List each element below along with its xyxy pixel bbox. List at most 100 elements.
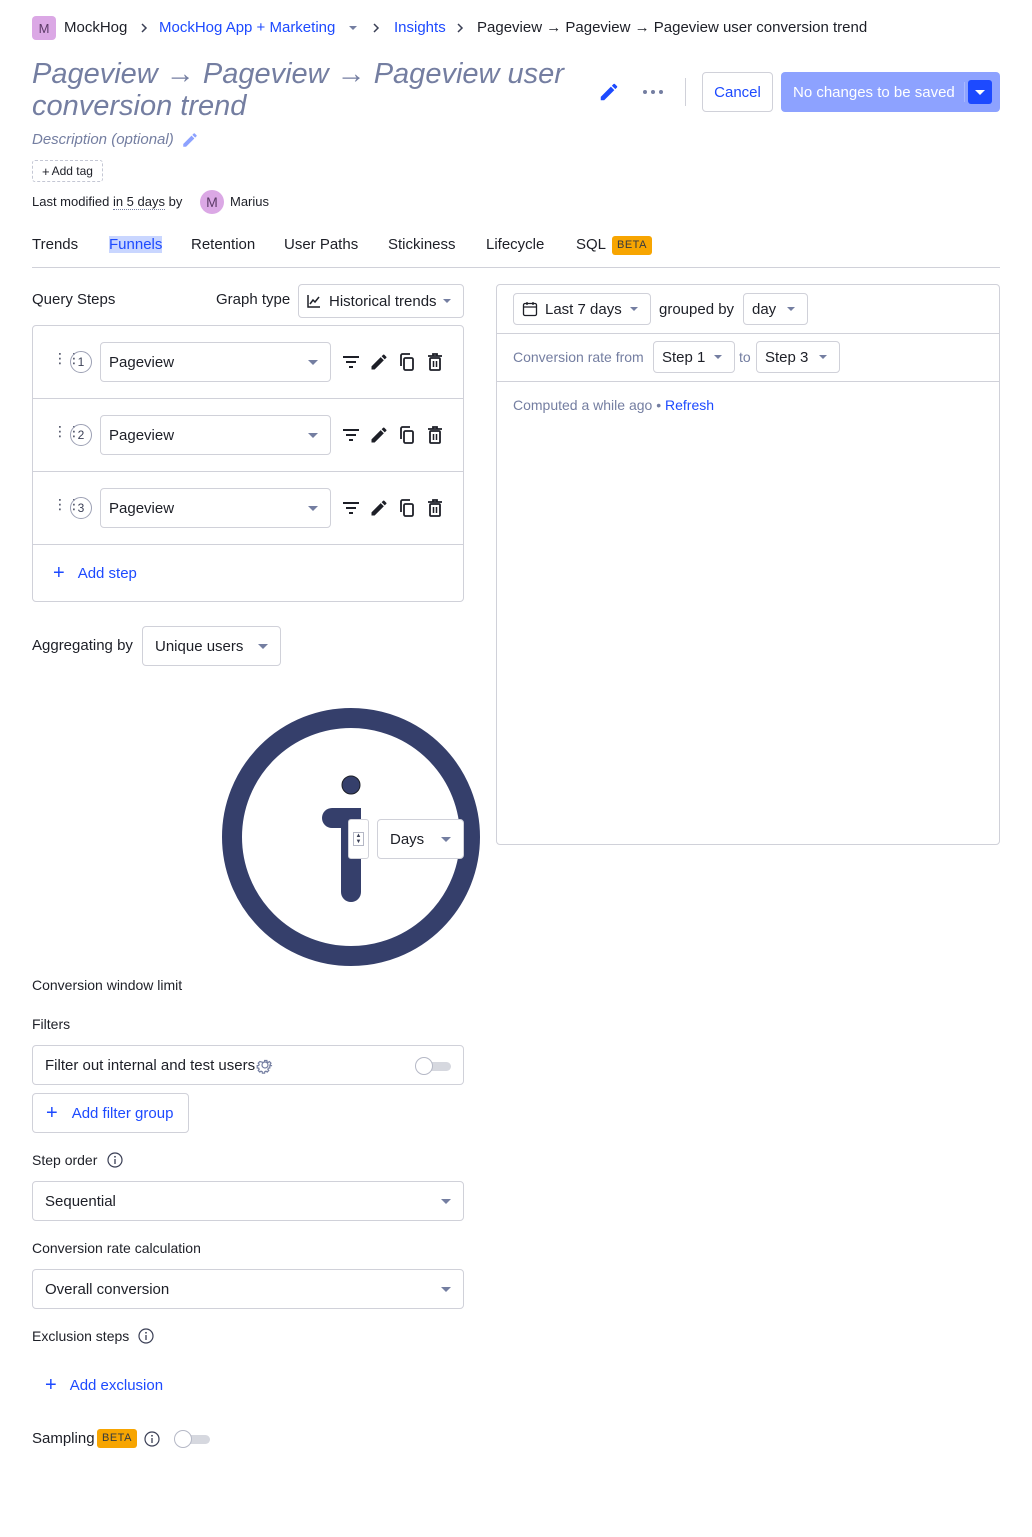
- chevron-right-icon: [373, 23, 380, 33]
- step-event-select[interactable]: Pageview: [100, 488, 331, 528]
- trash-icon[interactable]: [425, 498, 445, 518]
- results-divider: [497, 333, 999, 334]
- from-step-select[interactable]: Step 1: [653, 341, 735, 373]
- save-dropdown-button[interactable]: [968, 80, 992, 104]
- pencil-icon[interactable]: [369, 425, 389, 445]
- step-event-select[interactable]: Pageview: [100, 415, 331, 455]
- aggregating-label: Aggregating by: [32, 637, 133, 654]
- aggregating-value: Unique users: [155, 637, 244, 655]
- info-icon[interactable]: [144, 1431, 160, 1447]
- pencil-icon[interactable]: [369, 352, 389, 372]
- sampling-toggle[interactable]: [174, 1430, 210, 1448]
- tab-stickiness[interactable]: Stickiness: [388, 236, 456, 253]
- window-number-stepper[interactable]: ▲ ▼: [348, 819, 369, 859]
- add-step-button[interactable]: + Add step: [53, 562, 137, 584]
- stepper-arrows-icon: ▲ ▼: [353, 832, 364, 846]
- to-step-select[interactable]: Step 3: [756, 341, 840, 373]
- copy-icon[interactable]: [397, 352, 417, 372]
- chevron-down-icon[interactable]: [349, 26, 357, 30]
- add-exclusion-button[interactable]: + Add exclusion: [45, 1374, 163, 1396]
- filter-internal-toggle[interactable]: [415, 1057, 451, 1075]
- header-divider: [685, 78, 686, 106]
- breadcrumb-org[interactable]: MockHog: [64, 19, 127, 36]
- sql-beta-badge: BETA: [612, 236, 652, 255]
- copy-icon[interactable]: [397, 498, 417, 518]
- last-modified: Last modified in 5 days by: [32, 194, 183, 210]
- save-button[interactable]: No changes to be saved: [781, 72, 1000, 112]
- tab-retention[interactable]: Retention: [191, 236, 255, 253]
- pencil-icon[interactable]: [181, 131, 199, 149]
- tab-user-paths[interactable]: User Paths: [284, 236, 358, 253]
- add-filter-group-button[interactable]: + Add filter group: [32, 1093, 189, 1133]
- window-unit-value: Days: [390, 830, 425, 848]
- last-modified-time: in 5 days: [112, 194, 165, 210]
- info-icon[interactable]: [138, 1328, 154, 1344]
- steps-container: ⋮⋮ 1 Pageview ⋮⋮ 2 Pageview ⋮⋮ 3 Pagevie…: [32, 325, 464, 602]
- chevron-right-icon: [457, 23, 464, 33]
- step-number: 2: [70, 424, 92, 446]
- chevron-down-icon: [441, 836, 451, 842]
- chevron-down-icon: [787, 307, 795, 311]
- author-avatar: M: [200, 190, 224, 214]
- drag-handle-icon[interactable]: ⋮⋮: [53, 351, 81, 370]
- conversion-calc-select[interactable]: Overall conversion: [32, 1269, 464, 1309]
- date-range-value: Last 7 days: [545, 300, 622, 318]
- add-tag-label: Add tag: [51, 164, 93, 178]
- step-event-value: Pageview: [109, 499, 175, 517]
- tab-sql[interactable]: SQL: [576, 236, 606, 253]
- copy-icon[interactable]: [397, 425, 417, 445]
- chevron-down-icon: [308, 432, 318, 438]
- step-order-value: Sequential: [45, 1192, 116, 1210]
- step-event-select[interactable]: Pageview: [100, 342, 331, 382]
- aggregating-select[interactable]: Unique users: [142, 626, 281, 666]
- date-range-select[interactable]: Last 7 days: [513, 293, 651, 325]
- refresh-link[interactable]: Refresh: [665, 397, 714, 413]
- filter-icon[interactable]: [341, 352, 361, 372]
- computed-status: Computed a while ago • Refresh: [513, 397, 714, 413]
- org-avatar[interactable]: M: [32, 16, 56, 40]
- query-steps-heading: Query Steps: [32, 291, 116, 308]
- exclusion-steps-label: Exclusion steps: [32, 1328, 130, 1344]
- drag-handle-icon[interactable]: ⋮⋮: [53, 424, 81, 443]
- conversion-calc-label: Conversion rate calculation: [32, 1240, 201, 1256]
- step-order-select[interactable]: Sequential: [32, 1181, 464, 1221]
- last-modified-by: by: [168, 194, 183, 209]
- plus-icon: +: [46, 1102, 58, 1124]
- breadcrumb-project[interactable]: MockHog App + Marketing: [159, 19, 335, 36]
- to-step-value: Step 3: [765, 348, 809, 366]
- breadcrumb-insights[interactable]: Insights: [394, 19, 446, 36]
- step-event-value: Pageview: [109, 353, 175, 371]
- filter-icon[interactable]: [341, 498, 361, 518]
- interval-select[interactable]: day: [743, 293, 808, 325]
- pencil-icon[interactable]: [369, 498, 389, 518]
- pencil-icon[interactable]: [598, 81, 620, 103]
- graph-type-label: Graph type: [216, 291, 291, 308]
- sampling-beta-badge: BETA: [97, 1429, 137, 1448]
- page-title[interactable]: Pageview → Pageview → Pageview user conv…: [32, 58, 592, 122]
- chevron-down-icon: [308, 505, 318, 511]
- trash-icon[interactable]: [425, 352, 445, 372]
- tab-trends[interactable]: Trends: [32, 236, 78, 253]
- breadcrumb-current: Pageview → Pageview → Pageview user conv…: [477, 19, 868, 36]
- plus-icon: +: [45, 1374, 57, 1396]
- filter-icon[interactable]: [341, 425, 361, 445]
- gear-icon[interactable]: [256, 1056, 274, 1074]
- grouped-by-label: grouped by: [659, 301, 735, 318]
- tab-funnels[interactable]: Funnels: [109, 236, 163, 253]
- window-unit-select[interactable]: Days: [377, 819, 464, 859]
- results-panel: Last 7 days grouped by day Conversion ra…: [496, 284, 1000, 845]
- filters-label: Filters: [32, 1016, 71, 1032]
- filter-internal-row[interactable]: Filter out internal and test users: [32, 1045, 464, 1085]
- plus-icon: +: [53, 562, 65, 584]
- add-tag-button[interactable]: + Add tag: [32, 160, 103, 182]
- graph-type-select[interactable]: Historical trends: [298, 284, 464, 318]
- cancel-button[interactable]: Cancel: [702, 72, 773, 112]
- description-field[interactable]: Description (optional): [32, 131, 174, 148]
- step-order-label: Step order: [32, 1152, 98, 1168]
- info-icon[interactable]: [107, 1152, 123, 1168]
- trash-icon[interactable]: [425, 425, 445, 445]
- save-button-label: No changes to be saved: [793, 84, 955, 101]
- tab-lifecycle[interactable]: Lifecycle: [486, 236, 544, 253]
- more-icon[interactable]: [643, 84, 663, 100]
- drag-handle-icon[interactable]: ⋮⋮: [53, 497, 81, 516]
